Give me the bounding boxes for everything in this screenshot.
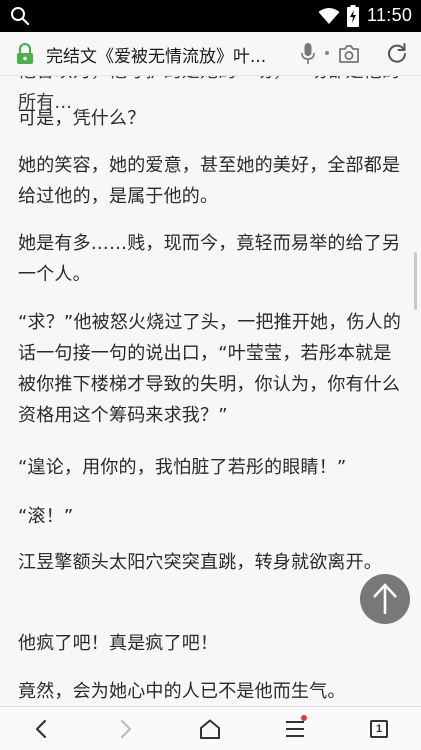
mic-icon[interactable] [301, 43, 315, 65]
paragraph: 她的笑容，她的爱意，甚至她的美好，全部都是给过他的，是属于他的。 [18, 155, 401, 207]
menu-icon [286, 721, 304, 737]
home-button[interactable] [180, 707, 240, 750]
menu-button[interactable] [265, 707, 325, 750]
forward-button[interactable] [96, 707, 156, 750]
forward-icon [120, 719, 132, 739]
battery-charging-icon [347, 5, 359, 27]
refresh-icon[interactable] [387, 43, 407, 63]
paragraph: “求？”他被怒火烧过了头，一把推开她，伤人的话一句接一句的说出口，“叶莹莹，若彤… [18, 312, 402, 426]
paragraph: 他疯了吧！真是疯了吧！ [18, 633, 219, 654]
separator-dot [325, 51, 329, 55]
lock-icon [17, 43, 33, 64]
status-bar: 11:50 [0, 0, 421, 32]
search-icon [11, 7, 30, 26]
paragraph: “滚！” [18, 506, 74, 527]
article-content[interactable]: 他曾以为，他守护的是她的一切，一切都是他的所有... 可是，凭什么？ 她的笑容，… [0, 76, 421, 706]
camera-icon[interactable] [338, 44, 360, 64]
notification-dot [301, 715, 307, 721]
tabs-button[interactable]: 1 [349, 707, 409, 750]
paragraph: 竟然，会为她心中的人已不是他而生气。 [18, 681, 346, 702]
back-button[interactable] [11, 707, 71, 750]
arrow-up-icon [373, 583, 397, 614]
paragraph: 她是有多……贱，现而今，竟轻而易举的给了另一个人。 [18, 233, 401, 285]
scroll-indicator[interactable] [414, 252, 417, 310]
back-to-top-button[interactable] [360, 574, 410, 624]
wifi-icon [318, 8, 340, 24]
address-bar[interactable]: 完结文《爱被无情流放》叶... [0, 32, 421, 76]
tabs-icon: 1 [370, 720, 388, 738]
paragraph: “遑论，用你的，我怕脏了若彤的眼睛！” [18, 457, 347, 478]
page-title[interactable]: 完结文《爱被无情流放》叶... [46, 42, 286, 67]
paragraph: 可是，凭什么？ [18, 108, 146, 129]
back-icon [35, 719, 47, 739]
paragraph: 江昱擎额头太阳穴突突直跳，转身就欲离开。 [18, 552, 382, 573]
bottom-toolbar: 1 [0, 706, 421, 750]
home-icon [200, 719, 220, 739]
clock: 11:50 [367, 5, 413, 25]
